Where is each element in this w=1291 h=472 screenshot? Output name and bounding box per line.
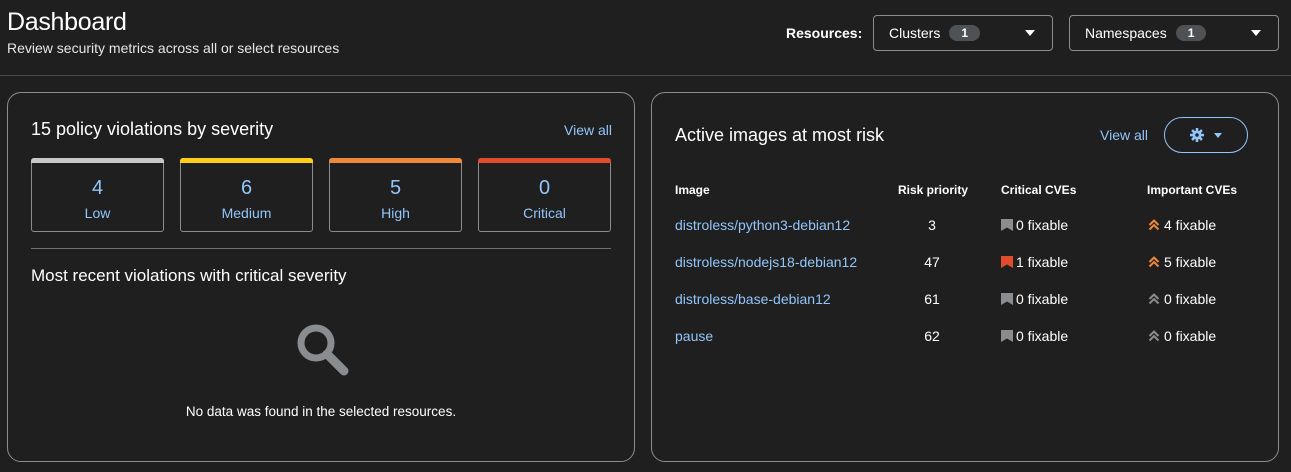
important-cves-text: 0 fixable bbox=[1164, 291, 1217, 307]
severity-bar bbox=[329, 158, 462, 163]
critical-cves-text: 0 fixable bbox=[1016, 291, 1069, 307]
policy-violations-card: 15 policy violations by severity View al… bbox=[7, 92, 635, 462]
images-view-all-link[interactable]: View all bbox=[1100, 127, 1148, 143]
risk-priority: 47 bbox=[924, 254, 940, 270]
critical-cves-cell: 1 fixable bbox=[1000, 254, 1068, 270]
namespaces-select[interactable]: Namespaces 1 bbox=[1069, 15, 1279, 51]
severity-label: Critical bbox=[523, 205, 566, 221]
empty-state-text: No data was found in the selected resour… bbox=[185, 404, 457, 419]
critical-cves-cell: 0 fixable bbox=[1000, 328, 1068, 344]
important-severity-icon bbox=[1148, 256, 1160, 268]
violations-view-all-link[interactable]: View all bbox=[564, 122, 612, 138]
clusters-select-label: Clusters bbox=[889, 25, 941, 41]
severity-tile-critical[interactable]: 0 Critical bbox=[478, 158, 611, 232]
image-link[interactable]: distroless/python3-debian12 bbox=[675, 217, 850, 233]
severity-count: 6 bbox=[240, 177, 253, 199]
clusters-count-badge: 1 bbox=[949, 25, 981, 41]
page-subtitle: Review security metrics across all or se… bbox=[7, 40, 340, 56]
severity-bar bbox=[31, 158, 164, 163]
important-cves-cell: 4 fixable bbox=[1148, 217, 1216, 233]
critical-cves-text: 0 fixable bbox=[1016, 217, 1069, 233]
page-title: Dashboard bbox=[7, 8, 127, 36]
important-severity-icon bbox=[1148, 219, 1160, 231]
violations-title: 15 policy violations by severity bbox=[31, 119, 274, 139]
chevron-down-icon bbox=[1251, 30, 1261, 36]
severity-label: High bbox=[381, 205, 410, 221]
critical-cves-cell: 0 fixable bbox=[1000, 217, 1068, 233]
severity-count: 0 bbox=[538, 177, 551, 199]
column-header-important-cves: Important CVEs bbox=[1147, 183, 1238, 197]
search-icon bbox=[297, 324, 349, 376]
severity-tile-medium[interactable]: 6 Medium bbox=[180, 158, 313, 232]
image-link[interactable]: distroless/nodejs18-debian12 bbox=[675, 254, 857, 270]
column-header-image: Image bbox=[675, 183, 710, 197]
namespaces-select-label: Namespaces bbox=[1085, 25, 1167, 41]
column-header-critical-cves: Critical CVEs bbox=[1001, 183, 1077, 197]
important-cves-text: 4 fixable bbox=[1164, 217, 1217, 233]
critical-cves-text: 0 fixable bbox=[1016, 328, 1069, 344]
severity-label: Low bbox=[84, 205, 111, 221]
gear-icon bbox=[1190, 128, 1204, 142]
risk-priority: 61 bbox=[924, 291, 940, 307]
important-cves-cell: 5 fixable bbox=[1148, 254, 1216, 270]
risk-priority: 62 bbox=[924, 328, 940, 344]
critical-severity-icon bbox=[1001, 293, 1013, 305]
important-cves-text: 5 fixable bbox=[1164, 254, 1217, 270]
critical-cves-text: 1 fixable bbox=[1016, 254, 1069, 270]
image-link[interactable]: pause bbox=[675, 328, 713, 344]
critical-severity-icon bbox=[1001, 256, 1013, 268]
image-link[interactable]: distroless/base-debian12 bbox=[675, 291, 831, 307]
severity-tile-low[interactable]: 4 Low bbox=[31, 158, 164, 232]
severity-count: 5 bbox=[389, 177, 402, 199]
images-title: Active images at most risk bbox=[675, 125, 885, 145]
namespaces-count-badge: 1 bbox=[1175, 25, 1207, 41]
severity-bar bbox=[478, 158, 611, 163]
settings-dropdown-button[interactable] bbox=[1164, 117, 1248, 153]
page-header: Dashboard Review security metrics across… bbox=[0, 0, 1291, 76]
recent-violations-title: Most recent violations with critical sev… bbox=[31, 266, 347, 285]
important-cves-text: 0 fixable bbox=[1164, 328, 1217, 344]
divider bbox=[31, 248, 611, 249]
important-cves-cell: 0 fixable bbox=[1148, 328, 1216, 344]
severity-count: 4 bbox=[91, 177, 104, 199]
resources-label: Resources: bbox=[786, 25, 863, 41]
chevron-down-icon bbox=[1025, 30, 1035, 36]
clusters-select[interactable]: Clusters 1 bbox=[873, 15, 1053, 51]
critical-severity-icon bbox=[1001, 219, 1013, 231]
critical-cves-cell: 0 fixable bbox=[1000, 291, 1068, 307]
chevron-down-icon bbox=[1214, 132, 1222, 138]
column-header-risk-priority: Risk priority bbox=[898, 183, 969, 197]
severity-label: Medium bbox=[221, 205, 272, 221]
important-cves-cell: 0 fixable bbox=[1148, 291, 1216, 307]
important-severity-icon bbox=[1148, 293, 1160, 305]
severity-tile-high[interactable]: 5 High bbox=[329, 158, 462, 232]
severity-bar bbox=[180, 158, 313, 163]
important-severity-icon bbox=[1148, 330, 1160, 342]
images-at-risk-card: Active images at most risk View all Imag… bbox=[651, 92, 1279, 462]
risk-priority: 3 bbox=[928, 217, 936, 233]
critical-severity-icon bbox=[1001, 330, 1013, 342]
